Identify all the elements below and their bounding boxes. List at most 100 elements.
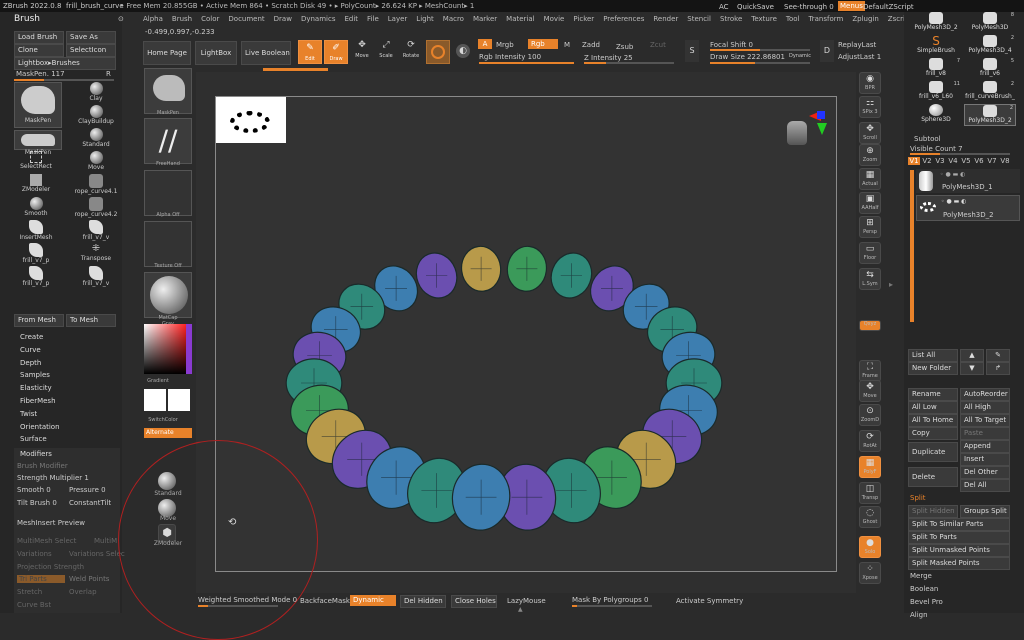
version-tab-v7[interactable]: V7 [986,157,998,165]
menu-dynamics[interactable]: Dynamics [301,15,336,23]
clone-button[interactable]: Clone [14,44,64,57]
brush-menu-curve[interactable]: Curve [20,346,120,359]
weld-points-button[interactable]: Weld Points [69,575,109,583]
menu-tool[interactable]: Tool [786,15,800,23]
load-brush-button[interactable]: Load Brush [14,31,64,44]
shelf-lsym-button[interactable]: ⇆ L.Sym [859,268,881,290]
shelf-actual-button[interactable]: ▦ Actual [859,168,881,190]
menu-layer[interactable]: Layer [388,15,408,23]
subtool-item-2[interactable]: ◦ ● ▬ ◐ PolyMesh3D_2 [916,195,1020,221]
constant-tilt-button[interactable]: ConstantTilt [69,499,111,507]
shelf-aahalf-button[interactable]: ▣ AAHalf [859,192,881,214]
rotate-button[interactable]: ⟳ Rotate [400,40,422,64]
menus-button[interactable]: Menus [838,1,865,11]
brush-modifier-slider[interactable]: Brush Modifier [17,462,68,470]
menu-texture[interactable]: Texture [751,15,777,23]
variations-select-button[interactable]: Variations Selec [69,550,125,558]
shelf-bpr-button[interactable]: ◉ BPR [859,72,881,94]
brush-maskpen[interactable]: MaskPen [14,82,62,128]
smooth-slider[interactable]: Smooth 0 [17,486,51,494]
groups-split-button[interactable]: Groups Split [960,505,1010,518]
move-button[interactable]: ✥ Move [351,40,373,64]
zcut-button[interactable]: Zcut [650,41,666,49]
brush-standard[interactable]: Standard [74,128,118,150]
menu-brush[interactable]: Brush [172,15,192,23]
brush-menu-surface[interactable]: Surface [20,435,120,448]
brush-smooth[interactable]: Smooth [14,197,58,219]
viewport-collapse-icon[interactable]: ▲ [518,606,538,613]
shelf-zoomd-button[interactable]: ⊙ ZoomD [859,404,881,426]
paste-button[interactable]: Paste [960,427,1010,440]
maskpen-thumb[interactable] [144,68,192,114]
dynamic-button[interactable]: Dynamic [350,595,396,606]
brush-menu-samples[interactable]: Samples [20,371,120,384]
shelf-persp-button[interactable]: ⊞ Persp [859,216,881,238]
menu-material[interactable]: Material [506,15,534,23]
lightbox-button[interactable]: LightBox [195,41,237,65]
brush-zmodeler[interactable]: ZModeler [14,174,58,196]
frill-mesh[interactable] [284,235,724,535]
visible-count-slider[interactable]: Visible Count 7 [910,145,963,153]
pressure-slider[interactable]: Pressure 0 [69,486,106,494]
menu-file[interactable]: File [367,15,379,23]
subtool-controls-icon[interactable]: ◦ ● ▬ ◐ [941,198,966,205]
m-button[interactable]: M [564,41,570,49]
menu-light[interactable]: Light [416,15,433,23]
split-parts-button[interactable]: Split To Parts [908,531,1010,544]
menu-stroke[interactable]: Stroke [720,15,742,23]
split-similar-button[interactable]: Split To Similar Parts [908,518,1010,531]
focal-shift-slider[interactable]: Focal Shift 0 [710,41,753,49]
copy-button[interactable]: Copy [908,427,958,440]
to-mesh-button[interactable]: To Mesh [66,314,116,327]
align-section[interactable]: Align [910,611,928,619]
zsub-button[interactable]: Zsub [616,43,633,51]
new-folder-button[interactable]: New Folder [908,362,958,375]
menu-picker[interactable]: Picker [573,15,594,23]
backface-mask-button[interactable]: BackfaceMask [300,597,350,605]
version-tab-v5[interactable]: V5 [960,157,972,165]
save-as-button[interactable]: Save As [66,31,116,44]
shelf-frame-button[interactable]: ⛶ Frame [859,360,881,382]
all-high-button[interactable]: All High [960,401,1010,414]
brush-menu-depth[interactable]: Depth [20,359,120,372]
lazymouse-button[interactable]: LazyMouse [507,597,546,605]
brush-menu-fibermesh[interactable]: FiberMesh [20,397,120,410]
mrgb-button[interactable]: Mrgb [496,41,514,49]
close-holes-button[interactable]: Close Holes [451,595,497,608]
all-to-home-button[interactable]: All To Home [908,414,958,427]
brush-size-slider[interactable] [14,79,114,81]
brush-menu-twist[interactable]: Twist [20,410,120,423]
tool-frill-curvebrush-[interactable]: frill_curveBrush_ 2 [964,81,1016,103]
menu-marker[interactable]: Marker [473,15,497,23]
tool-polymesh3d-4[interactable]: PolyMesh3D_4 2 [964,35,1016,57]
rgb-intensity-slider[interactable]: Rgb Intensity 100 [479,53,541,61]
from-mesh-button[interactable]: From Mesh [14,314,64,327]
live-boolean-button[interactable]: Live Boolean [241,41,291,65]
right-shelf-collapse[interactable]: ▸ [889,280,897,300]
version-tab-v1[interactable]: V1 [908,157,920,165]
brush-menu-orientation[interactable]: Orientation [20,423,120,436]
all-to-target-button[interactable]: All To Target [960,414,1010,427]
freehand-thumb[interactable]: ∕∕ [144,118,192,164]
rgb-button[interactable]: Rgb [528,39,558,49]
del-other-button[interactable]: Del Other [960,466,1010,479]
shelf-transp-button[interactable]: ◫ Transp [859,482,881,504]
edit-button[interactable]: ✎ Edit [298,40,322,64]
select-icon-button[interactable]: SelectIcon [66,44,116,57]
brush-transpose[interactable]: ⁜ Transpose [74,243,118,265]
brush-rope-curve4-1[interactable]: rope_curve4.1 [74,174,118,196]
brush-insertmesh[interactable]: InsertMesh [14,220,58,242]
folder-action-button[interactable]: ↱ [986,362,1010,375]
boolean-section[interactable]: Boolean [910,585,938,593]
activate-symmetry-button[interactable]: Activate Symmetry [676,597,743,605]
brush-move[interactable]: Move [74,151,118,173]
scale-button[interactable]: ⤢ Scale [375,40,397,64]
brush-frill-v7-v-2[interactable]: frill_v7_v [74,266,118,288]
variations-slider[interactable]: Variations [17,550,52,558]
menu-color[interactable]: Color [201,15,219,23]
stretch-slider[interactable]: Stretch [17,588,42,596]
bevel-pro-section[interactable]: Bevel Pro [910,598,943,606]
replay-last-button[interactable]: ReplayLast [838,41,876,49]
brush-frill-v7-p-2[interactable]: frill_v7_p [14,266,58,288]
rename-button[interactable]: Rename [908,388,958,401]
